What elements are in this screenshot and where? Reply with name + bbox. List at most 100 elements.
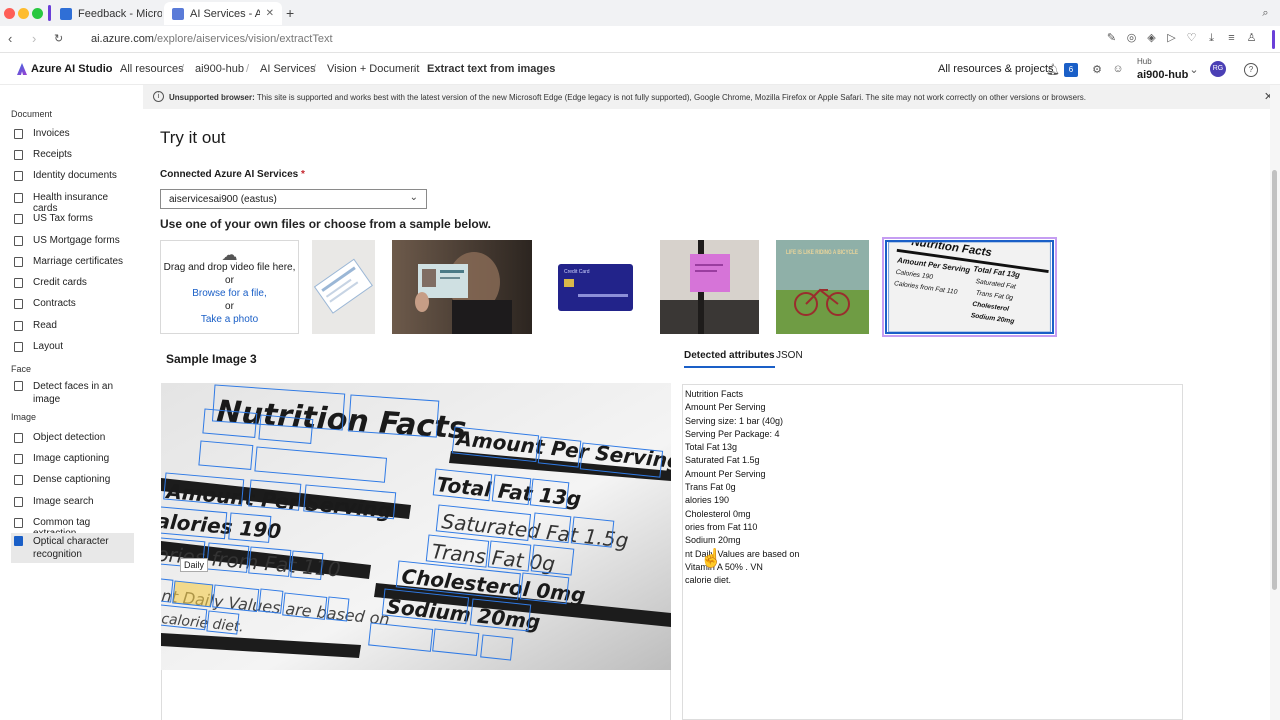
detected-attributes-panel: Nutrition Facts Amount Per Serving Servi… [682, 384, 1183, 720]
gear-icon[interactable]: ⚙ [1090, 63, 1104, 77]
sample-image-nutrition-facts[interactable]: Nutrition Facts Amount Per Serving Amoun… [161, 383, 671, 670]
detected-line: Trans Fat 0g [685, 482, 736, 493]
take-photo-link[interactable]: Take a photo [161, 313, 298, 326]
sidebar-item-identity-documents[interactable]: Identity documents [14, 170, 134, 181]
download-icon[interactable]: ⤓ [1205, 32, 1218, 45]
sidebar-item-image-captioning[interactable]: Image captioning [14, 453, 134, 464]
sidebar-item-object-detection[interactable]: Object detection [14, 432, 134, 443]
object-detection-icon [14, 433, 23, 443]
sidebar-item-invoices[interactable]: Invoices [14, 128, 134, 139]
edit-icon[interactable]: ✎ [1105, 32, 1118, 45]
sidebar-item-us-mortgage-forms[interactable]: US Mortgage forms [14, 235, 134, 246]
browser-tab-bar: Feedback - Microsoft A AI Services - Azu… [0, 0, 1280, 26]
sidebar-item-label: US Mortgage forms [33, 235, 120, 246]
bell-icon[interactable]: 🔔︎ [1046, 63, 1060, 77]
sample-thumbnail-bicycle-poster[interactable]: LIFE IS LIKE RIDING A BICYCLE [776, 240, 869, 334]
ocr-word-box-highlighted[interactable] [172, 580, 214, 608]
caption-icon [14, 454, 23, 464]
poster-text: LIFE IS LIKE RIDING A BICYCLE [786, 250, 858, 256]
breadcrumb-separator: / [181, 63, 185, 75]
menu-icon[interactable]: ≡ [1225, 32, 1238, 45]
play-icon[interactable]: ▷ [1165, 32, 1178, 45]
zoom-window-button[interactable] [32, 8, 43, 19]
breadcrumb-separator: / [246, 63, 250, 75]
close-tab-icon[interactable]: ✕ [260, 8, 274, 19]
breadcrumb-vision-document[interactable]: Vision + Document [327, 63, 419, 75]
all-resources-projects-link[interactable]: All resources & projects [938, 63, 1054, 75]
certificate-icon [14, 257, 23, 267]
sample-hint: Use one of your own files or choose from… [160, 217, 491, 231]
sidebar-item-receipts[interactable]: Receipts [14, 149, 134, 160]
tab-feedback[interactable]: Feedback - Microsoft A [52, 2, 162, 25]
smiley-icon[interactable]: ☺ [1111, 63, 1125, 77]
tag-icon [14, 518, 23, 528]
sidebar-item-layout[interactable]: Layout [14, 341, 134, 352]
profile-icon[interactable]: ♙ [1245, 32, 1258, 45]
ai-service-value: aiservicesai900 (eastus) [169, 194, 277, 205]
sidebar-item-label: Invoices [33, 128, 70, 139]
new-tab-button[interactable]: + [286, 5, 294, 21]
shield-icon[interactable]: ◈ [1145, 32, 1158, 45]
azure-favicon-icon [172, 7, 184, 20]
breadcrumb-ai-services[interactable]: AI Services [260, 63, 316, 75]
sidebar-item-image-search[interactable]: Image search [14, 496, 134, 507]
tab-ai-services[interactable]: AI Services - Azure AI S ✕ [164, 2, 282, 25]
chevron-down-icon: ⌄ [409, 192, 418, 203]
url-field[interactable]: ai.azure.com/explore/aiservices/vision/e… [91, 33, 333, 45]
back-icon[interactable]: ‹ [8, 31, 12, 46]
tab-detected-attributes[interactable]: Detected attributes [684, 350, 775, 368]
forward-icon[interactable]: › [32, 31, 36, 46]
breadcrumb-all-resources[interactable]: All resources [120, 63, 184, 75]
sidebar-item-dense-captioning[interactable]: Dense captioning [14, 474, 134, 485]
sidebar-item-credit-cards[interactable]: Credit cards [14, 277, 134, 288]
url-path: /explore/aiservices/vision/extractText [153, 33, 333, 45]
sample-thumbnail-nutrition-facts[interactable]: Nutrition Facts Amount Per Serving Total… [882, 237, 1057, 337]
help-icon[interactable]: ? [1244, 63, 1258, 77]
connected-services-label: Connected Azure AI Services * [160, 169, 305, 180]
detected-line-highlighted: nt Daily Values are based on [685, 548, 800, 559]
detected-line: Serving size: 1 bar (40g) [685, 415, 784, 426]
sidebar-item-contracts[interactable]: Contracts [14, 298, 134, 309]
notification-count-badge[interactable]: 6 [1064, 63, 1078, 77]
image-search-icon [14, 497, 23, 507]
detected-line: ories from Fat 110 [685, 521, 758, 532]
browse-file-link[interactable]: Browse for a file, [161, 287, 298, 300]
sidebar-item-health-insurance-cards[interactable]: Health insurance cards [14, 192, 134, 214]
minimize-window-button[interactable] [18, 8, 29, 19]
breadcrumb-current: Extract text from images [427, 63, 556, 75]
chevron-down-icon[interactable]: ⌄ [1187, 63, 1201, 77]
tab-group-marker [48, 5, 51, 21]
hub-name[interactable]: ai900-hub [1137, 69, 1188, 81]
heart-icon[interactable]: ♡ [1185, 32, 1198, 45]
breadcrumb-hub[interactable]: ai900-hub [195, 63, 244, 75]
connected-services-text: Connected Azure AI Services [160, 169, 299, 180]
sidebar-item-read[interactable]: Read [14, 320, 134, 331]
sidebar-item-us-tax-forms[interactable]: US Tax forms [14, 213, 134, 224]
tax-form-icon [14, 214, 23, 224]
reload-icon[interactable]: ↻ [54, 32, 63, 45]
page-scrollbar[interactable] [1270, 85, 1280, 720]
sample-thumbnail-id-card[interactable] [392, 240, 532, 334]
sidebar-item-detect-faces[interactable]: Detect faces in an image [14, 380, 134, 406]
url-host: ai.azure.com [91, 33, 154, 45]
sidebar-item-ocr[interactable]: Optical character recognition [11, 533, 134, 563]
avatar[interactable]: RG [1210, 61, 1226, 77]
screenshot-icon[interactable]: ◎ [1125, 32, 1138, 45]
sidebar-item-marriage-certificates[interactable]: Marriage certificates [14, 256, 134, 267]
sidebar-item-label: Health insurance cards [33, 192, 109, 214]
sample-thumbnail-credit-card[interactable]: Credit Card [550, 240, 655, 334]
cloud-upload-icon: ☁ [221, 247, 238, 264]
sidebar-item-label: Credit cards [33, 277, 87, 288]
file-dropzone[interactable]: ☁ Drag and drop video file here, or Brow… [160, 240, 299, 334]
sample-thumbnail-sticky-note[interactable] [660, 240, 759, 334]
search-tabs-icon[interactable]: ⌕ [1259, 7, 1272, 20]
brand-link[interactable]: Azure AI Studio [17, 63, 112, 75]
close-window-button[interactable] [4, 8, 15, 19]
sidebar-item-label: US Tax forms [33, 213, 93, 224]
ai-service-select[interactable]: aiservicesai900 (eastus) ⌄ [160, 189, 427, 209]
sample-thumbnail-ssn-card[interactable] [312, 240, 375, 334]
dropzone-or: or [225, 301, 234, 312]
tab-json[interactable]: JSON [776, 350, 803, 361]
scrollbar-thumb[interactable] [1272, 170, 1277, 590]
health-card-icon [14, 193, 23, 203]
